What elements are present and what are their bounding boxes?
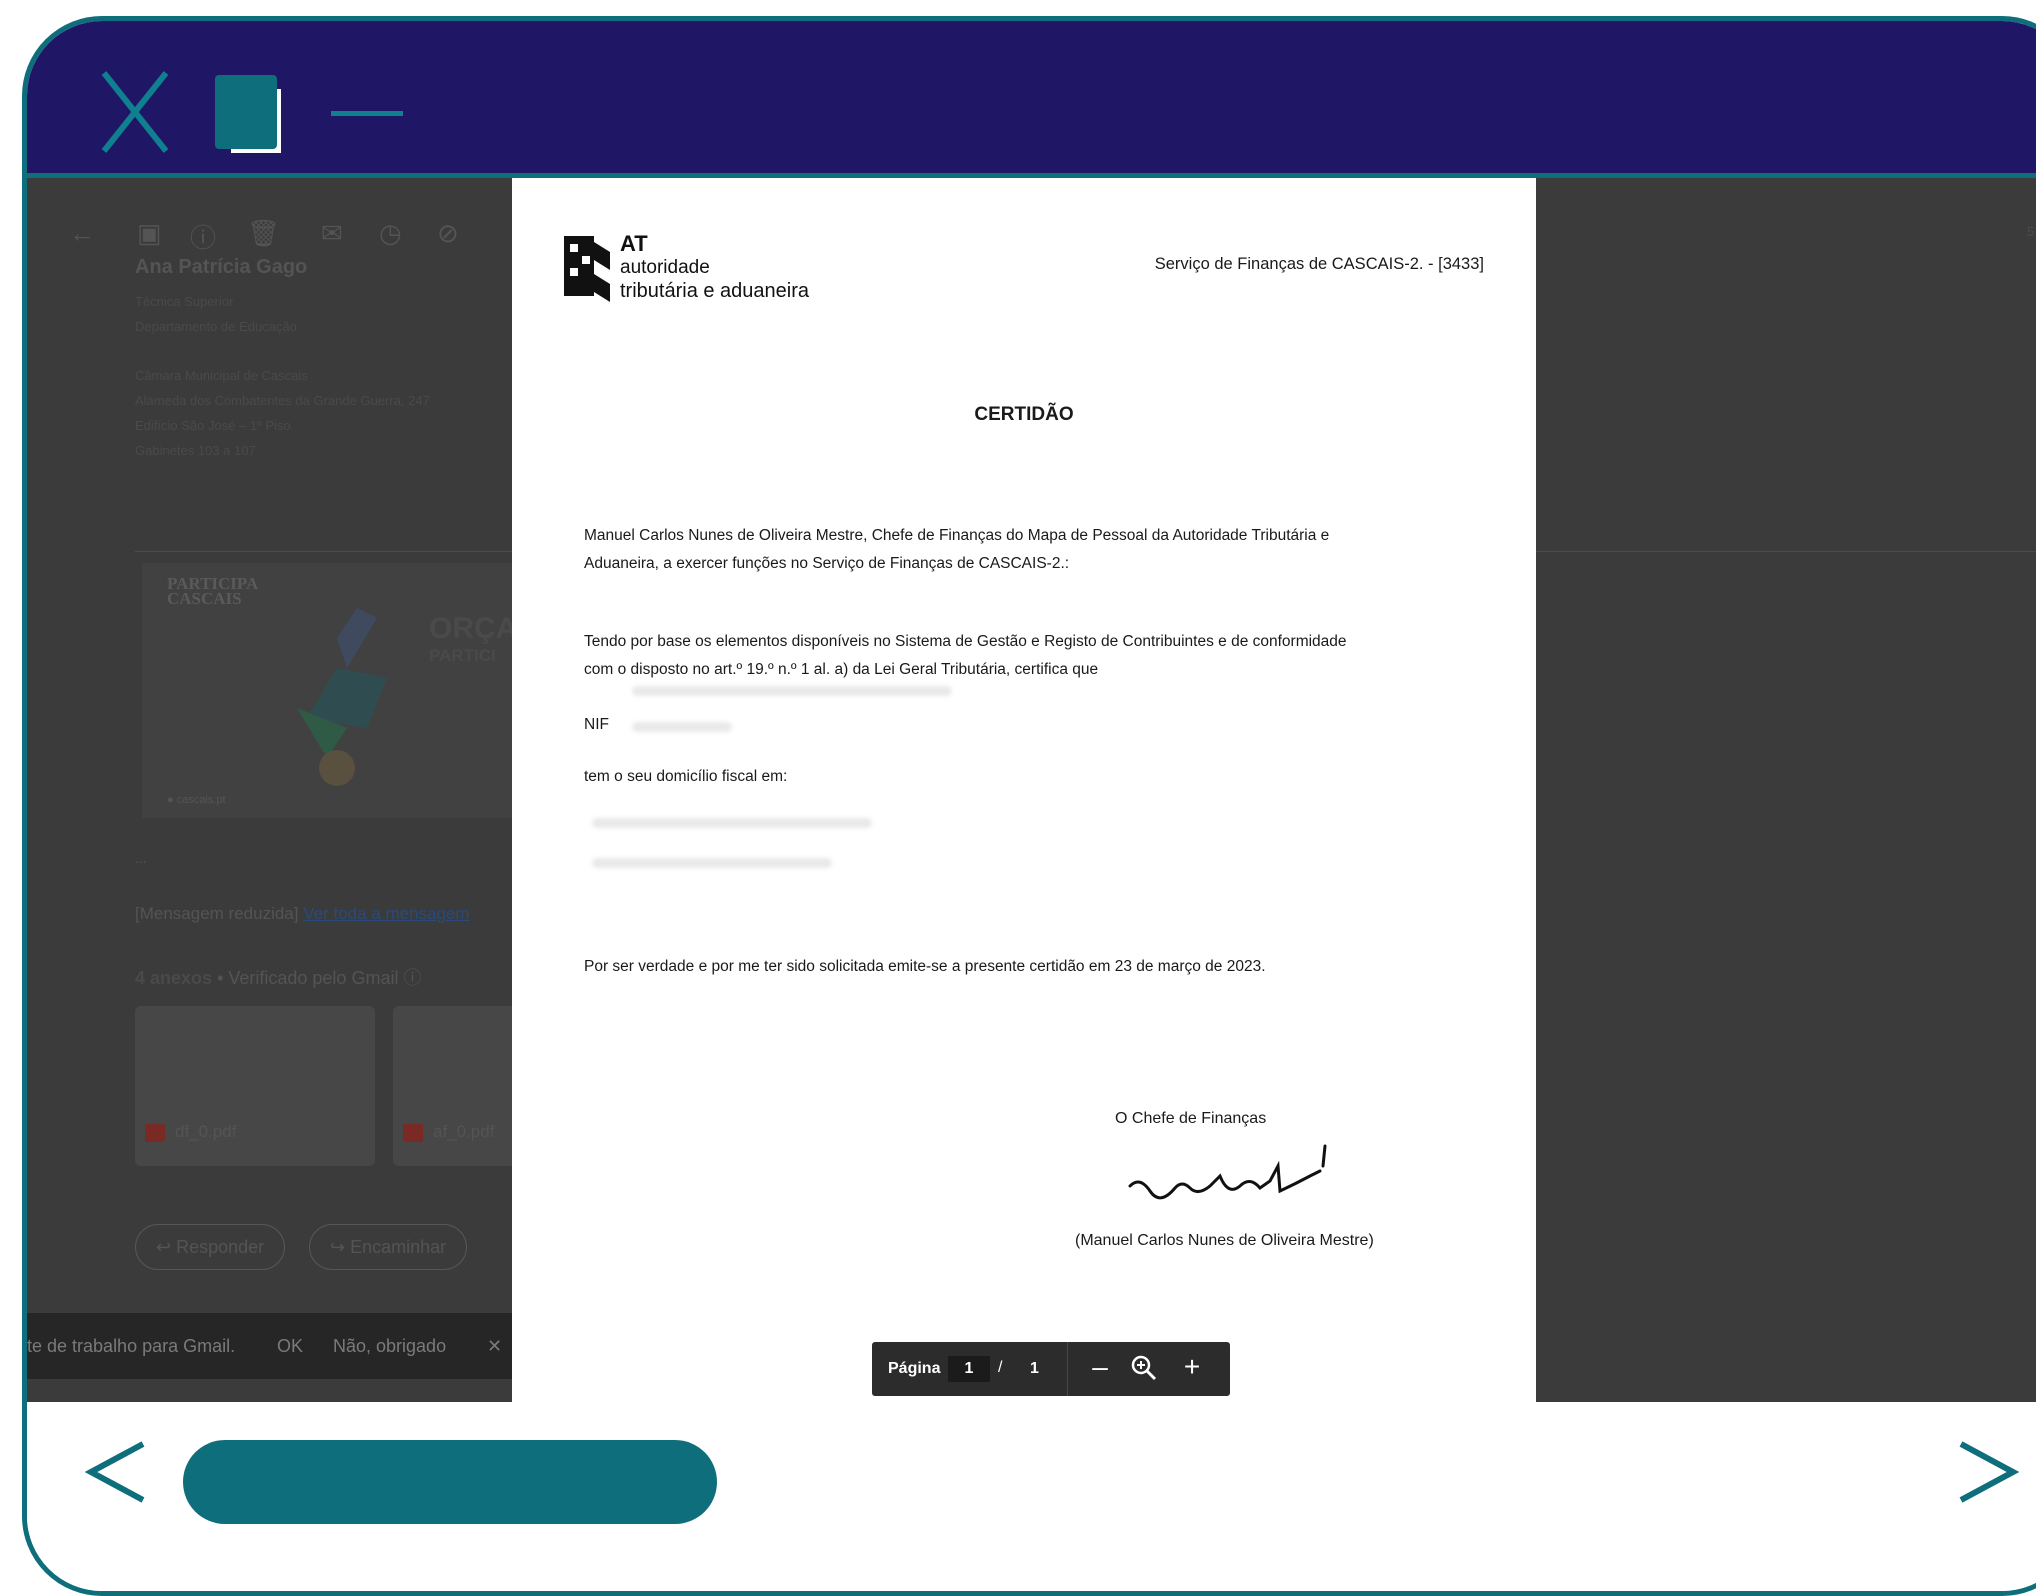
at-logo-icon (564, 236, 610, 302)
pdf-page: AT autoridade tributária e aduaneira Ser… (512, 178, 1536, 1402)
snackbar: te de trabalho para Gmail. OK Não, obrig… (27, 1313, 567, 1379)
redacted-address (592, 858, 832, 868)
delete-icon[interactable]: 🗑 (247, 218, 280, 249)
zoom-icon[interactable] (1130, 1354, 1158, 1382)
sender-offices: Gabinetes 103 a 107 (135, 443, 256, 458)
page-label: Página (888, 1360, 941, 1377)
paragraph-1-line-2: Aduaneira, a exercer funções no Serviço … (584, 555, 1070, 572)
close-icon[interactable] (100, 69, 196, 165)
report-icon[interactable]: ⓘ (190, 218, 216, 255)
participa-line2: CASCAIS (167, 589, 242, 608)
sender-name: Ana Patrícia Gago (135, 256, 308, 278)
add-task-icon[interactable]: ⊘ (437, 218, 459, 249)
copy-icon[interactable] (207, 65, 303, 161)
title-bar (27, 21, 2036, 178)
attachment-name-label: af_0.pdf (433, 1122, 495, 1141)
tax-office: Serviço de Finanças de CASCAIS-2. - [343… (1154, 255, 1484, 273)
attachments-header: 4 anexos • Verificado pelo Gmail ⓘ (135, 964, 421, 990)
page-separator: / (998, 1359, 1003, 1376)
ellipsis: ... (135, 850, 147, 866)
pdf-icon (145, 1123, 165, 1142)
back-arrow-icon[interactable]: ← (69, 218, 95, 249)
sender-org: Câmara Municipal de Cascais (135, 368, 308, 383)
logo-title: AT (620, 231, 648, 256)
app-frame: ← ▣ ⓘ 🗑 ✉ ◷ ⊘ 5 de 9 Ana Patrícia Gago T… (22, 16, 2036, 1596)
reply-button[interactable]: ↩ Responder (135, 1224, 286, 1270)
redacted-address (592, 818, 872, 828)
closing-statement: Por ser verdade e por me ter sido solici… (584, 958, 1266, 975)
banner-site: ● cascais.pt (167, 794, 226, 806)
paragraph-2-line-2: com o disposto no art.º 19.º n.º 1 al. a… (584, 661, 1099, 678)
attachment-name-label: df_0.pdf (175, 1122, 237, 1141)
snackbar-close-icon[interactable]: ✕ (487, 1313, 502, 1379)
mail-icon[interactable]: ✉ (321, 218, 343, 249)
paragraph-1: Manuel Carlos Nunes de Oliveira Mestre, … (584, 522, 1484, 578)
reduced-message: [Mensagem reduzida] Ver toda a mensagem (135, 904, 470, 924)
banner-partic: PARTICI (429, 646, 496, 665)
banner-orca: ORÇA (429, 612, 518, 645)
redacted-nif (632, 722, 732, 732)
sender-department: Departamento de Educação (135, 319, 297, 334)
attachments-count: 4 anexos (135, 968, 213, 988)
logo-subtitle-2: tributária e aduaneira (620, 280, 810, 302)
handwritten-signature (1128, 1144, 1327, 1200)
document-title: CERTIDÃO (974, 404, 1074, 425)
attachment-name[interactable]: af_0.pdf (403, 1122, 494, 1142)
paragraph-2-line-1: Tendo por base os elementos disponíveis … (584, 633, 1347, 650)
attachment-thumbnail[interactable] (135, 1006, 375, 1166)
paragraph-1-line-1: Manuel Carlos Nunes de Oliveira Mestre, … (584, 527, 1330, 544)
reply-label: Responder (176, 1237, 265, 1257)
pdf-pager: Página 1 / 1 – + (872, 1342, 1230, 1396)
page-total: 1 (1030, 1360, 1039, 1377)
snooze-icon[interactable]: ◷ (379, 218, 402, 249)
forward-label: Encaminhar (350, 1237, 447, 1257)
chevron-left-icon[interactable] (77, 1432, 157, 1512)
view-all-link[interactable]: Ver toda a mensagem (303, 904, 469, 923)
content-viewport: ← ▣ ⓘ 🗑 ✉ ◷ ⊘ 5 de 9 Ana Patrícia Gago T… (27, 178, 2036, 1407)
minimize-icon[interactable] (331, 111, 403, 116)
forward-button[interactable]: ↪ Encaminhar (309, 1224, 468, 1270)
origami-bird-image (297, 608, 387, 786)
page-input[interactable]: 1 (948, 1356, 990, 1382)
message-counter: 5 de 9 (2027, 224, 2036, 239)
pager-divider (1067, 1342, 1068, 1396)
snackbar-no-button[interactable]: Não, obrigado (333, 1313, 446, 1379)
sender-building: Edifício São José – 1º Piso (135, 418, 291, 433)
chevron-right-icon[interactable] (1947, 1432, 2027, 1512)
attachment-name[interactable]: df_0.pdf (145, 1122, 236, 1142)
attachments-verified: • Verificado pelo Gmail ⓘ (217, 968, 422, 988)
signer-name: (Manuel Carlos Nunes de Oliveira Mestre) (1075, 1232, 1374, 1249)
sender-role: Técnica Superior (135, 294, 234, 309)
sender-address: Alameda dos Combatentes da Grande Guerra… (135, 393, 430, 408)
snackbar-text: te de trabalho para Gmail. (27, 1336, 236, 1356)
zoom-out-button[interactable]: – (1084, 1352, 1116, 1384)
pdf-icon (403, 1123, 423, 1142)
redacted-text (632, 686, 952, 696)
archive-icon[interactable]: ▣ (137, 218, 162, 249)
reduced-label: [Mensagem reduzida] (135, 904, 299, 923)
nif-label: NIF (584, 716, 609, 733)
chief-title: O Chefe de Finanças (1115, 1110, 1267, 1127)
logo-subtitle-1: autoridade (620, 257, 710, 278)
participa-logo: PARTICIPA CASCAIS (167, 575, 258, 608)
zoom-in-button[interactable]: + (1176, 1352, 1208, 1384)
scrollbar-thumb[interactable] (183, 1440, 717, 1524)
domicile-label: tem o seu domicílio fiscal em: (584, 768, 788, 785)
bottom-bar (27, 1402, 2036, 1591)
snackbar-ok-button[interactable]: OK (277, 1313, 303, 1379)
paragraph-2: Tendo por base os elementos disponíveis … (584, 628, 1484, 684)
